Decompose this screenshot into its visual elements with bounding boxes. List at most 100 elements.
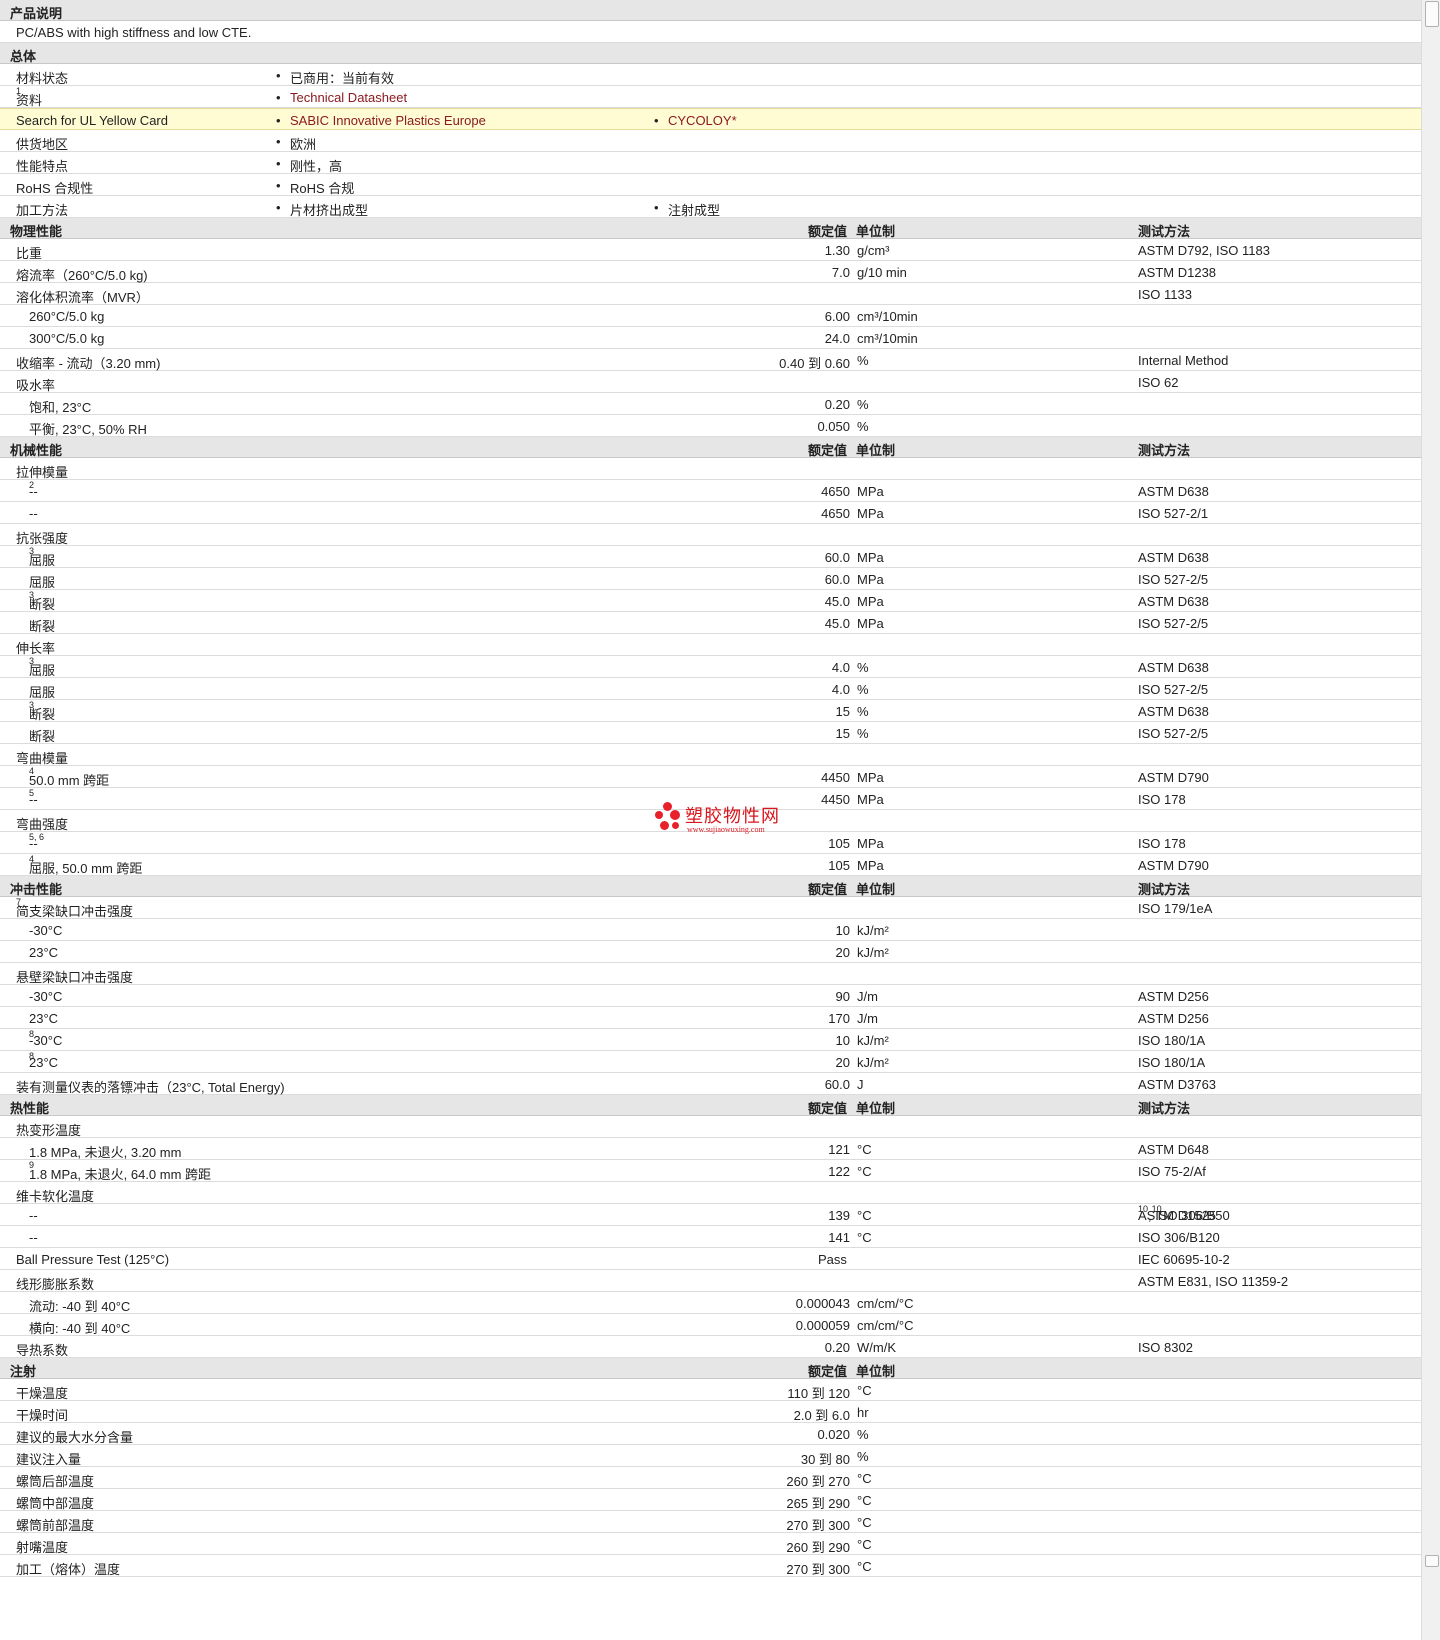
- bullet-value: 刚性，高: [276, 156, 342, 175]
- unit: %: [857, 704, 869, 719]
- footnote-marker[interactable]: 10: [1138, 1204, 1148, 1214]
- property-label-text: Ball Pressure Test (125°C): [16, 1252, 170, 1267]
- nominal-value: 0.40 到 0.60: [779, 356, 850, 371]
- unit: MPa: [857, 616, 884, 631]
- property-row: 抗张强度: [0, 524, 1422, 546]
- bullet-value: 已商用：当前有效: [276, 68, 394, 87]
- property-label: 简支梁缺口冲击强度 7: [16, 897, 133, 919]
- property-label-text: --: [29, 1230, 38, 1245]
- unit: MPa: [857, 484, 884, 499]
- test-method-text: ISO 527-2/5: [1138, 616, 1209, 631]
- property-row: 吸水率 ISO 62: [0, 371, 1422, 393]
- unit: cm/cm/°C: [857, 1296, 914, 1311]
- test-method-text: ISO 8302: [1138, 1340, 1193, 1355]
- unit: °C: [857, 1164, 872, 1179]
- property-row: 建议的最大水分含量 0.020%: [0, 1423, 1422, 1445]
- test-method-text: ASTM D790: [1138, 770, 1209, 785]
- scrollbar-thumb-lower[interactable]: [1425, 1555, 1439, 1567]
- property-label-text: 干燥温度: [16, 1386, 69, 1401]
- nominal-value: 0.020: [817, 1427, 850, 1442]
- property-label-text: 断裂: [29, 729, 56, 744]
- property-row: 热变形温度: [0, 1116, 1422, 1138]
- property-label-text: 加工（熔体）温度: [16, 1562, 121, 1577]
- footnote-marker[interactable]: 2: [29, 480, 34, 490]
- nominal-value: 20: [835, 1055, 850, 1070]
- property-row: 断裂 15% ISO 527-2/5: [0, 722, 1422, 744]
- footnote-marker[interactable]: 8: [29, 1029, 34, 1039]
- test-method-text: ISO 527-2/5: [1138, 726, 1209, 741]
- test-method-text: ASTM D790: [1138, 858, 1209, 873]
- property-label-text: -30°C: [29, 923, 63, 938]
- property-row: 性能特点 刚性，高: [0, 152, 1422, 174]
- property-label-text: --: [29, 506, 38, 521]
- property-label: 50.0 mm 跨距 4: [29, 766, 109, 788]
- property-row: -- 139 °C ASTM D1525 10, ISO 306/B50 10: [0, 1204, 1422, 1226]
- datasheet: 产品说明 PC/ABS with high stiffness and low C…: [0, 0, 1422, 1577]
- nominal-value: 20: [835, 945, 850, 960]
- property-label-text: 260°C/5.0 kg: [29, 309, 105, 324]
- footnote-marker[interactable]: 9: [29, 1160, 34, 1170]
- test-method-text: ISO 1133: [1138, 287, 1192, 302]
- test-method-text: ASTM D638: [1138, 484, 1209, 499]
- vertical-scrollbar[interactable]: [1421, 0, 1440, 1640]
- test-method-text: ASTM D648: [1138, 1142, 1209, 1157]
- section-title: 产品说明: [10, 6, 63, 21]
- bullet-link[interactable]: SABIC Innovative Plastics Europe: [276, 113, 486, 128]
- unit: °C: [857, 1142, 872, 1157]
- nominal-value: 105: [828, 836, 850, 851]
- footnote-marker[interactable]: 4: [29, 766, 34, 776]
- property-row: 导热系数 0.20 W/m/K ISO 8302: [0, 1336, 1422, 1358]
- footnote-marker[interactable]: 3: [29, 656, 34, 666]
- property-label: 1.8 MPa, 未退火, 64.0 mm 跨距 9: [29, 1160, 211, 1182]
- property-row: Search for UL Yellow Card SABIC Innovativ…: [0, 108, 1422, 130]
- property-row: 建议注入量 30 到 80%: [0, 1445, 1422, 1467]
- property-row: 屈服 60.0 MPa ISO 527-2/5: [0, 568, 1422, 590]
- property-row: 1.8 MPa, 未退火, 64.0 mm 跨距 9 122 °C ISO 75-2/…: [0, 1160, 1422, 1182]
- test-method-text: ISO 178: [1138, 792, 1186, 807]
- test-method-text: ASTM D792, ISO 1183: [1138, 243, 1270, 258]
- footnote-marker[interactable]: 8: [29, 1051, 34, 1061]
- watermark-logo-dot: [670, 810, 680, 820]
- footnote-marker[interactable]: 5: [29, 788, 34, 798]
- property-row: -30°C 8 10 kJ/m² ISO 180/1A: [0, 1029, 1422, 1051]
- nominal-value: 0.000043: [795, 1296, 850, 1311]
- unit: cm³/10min: [857, 331, 918, 346]
- property-label: 屈服 3: [29, 546, 55, 568]
- property-label: 断裂 3: [29, 590, 55, 612]
- section-title: 注射: [10, 1364, 37, 1379]
- property-label-text: 横向: -40 到 40°C: [29, 1321, 131, 1336]
- property-row: 伸长率: [0, 634, 1422, 656]
- property-label-text: -30°C: [29, 1033, 63, 1048]
- property-row: 螺筒前部温度 270 到 300 °C: [0, 1511, 1422, 1533]
- footnote-marker[interactable]: 3: [29, 700, 34, 710]
- nominal-value: 110 到 120: [787, 1386, 850, 1401]
- column-header-value: 额定值: [808, 882, 848, 897]
- section-header: 机械性能 额定值 单位制 测试方法: [0, 437, 1422, 458]
- footnote-marker[interactable]: 1: [16, 86, 21, 96]
- footnote-marker[interactable]: 3: [29, 590, 34, 600]
- footnote-marker[interactable]: 5, 6: [29, 832, 44, 842]
- test-method-text: ISO 180/1A: [1138, 1033, 1206, 1048]
- footnote-marker[interactable]: 4: [29, 854, 34, 864]
- column-header-value: 额定值: [808, 224, 848, 239]
- property-row: 横向: -40 到 40°C 0.000059 cm/cm/°C: [0, 1314, 1422, 1336]
- unit: %: [857, 1427, 869, 1442]
- property-label-text: 收缩率 - 流动（3.20 mm): [16, 356, 161, 371]
- column-header-unit: 单位制: [856, 443, 896, 458]
- test-method-text: ISO 178: [1138, 836, 1186, 851]
- property-row: 装有测量仪表的落镖冲击（23°C, Total Energy) 60.0 J ASTM…: [0, 1073, 1422, 1095]
- footnote-marker[interactable]: 10: [1152, 1204, 1162, 1214]
- footnote-marker[interactable]: 7: [16, 897, 21, 907]
- unit: °C: [857, 1559, 872, 1574]
- scrollbar-thumb[interactable]: [1425, 1, 1439, 27]
- property-label-text: 热变形温度: [16, 1123, 82, 1138]
- bullet-link[interactable]: CYCOLOY*: [654, 113, 737, 128]
- bullet-link[interactable]: Technical Datasheet: [276, 90, 407, 105]
- footnote-marker[interactable]: 3: [29, 546, 34, 556]
- nominal-value: 4650: [821, 484, 850, 499]
- property-label-text: RoHS 合规性: [16, 181, 94, 196]
- property-row: 材料状态 已商用：当前有效: [0, 64, 1422, 86]
- property-label-text: 供货地区: [16, 137, 69, 152]
- property-row: 300°C/5.0 kg 24.0 cm³/10min: [0, 327, 1422, 349]
- unit: J/m: [857, 989, 878, 1004]
